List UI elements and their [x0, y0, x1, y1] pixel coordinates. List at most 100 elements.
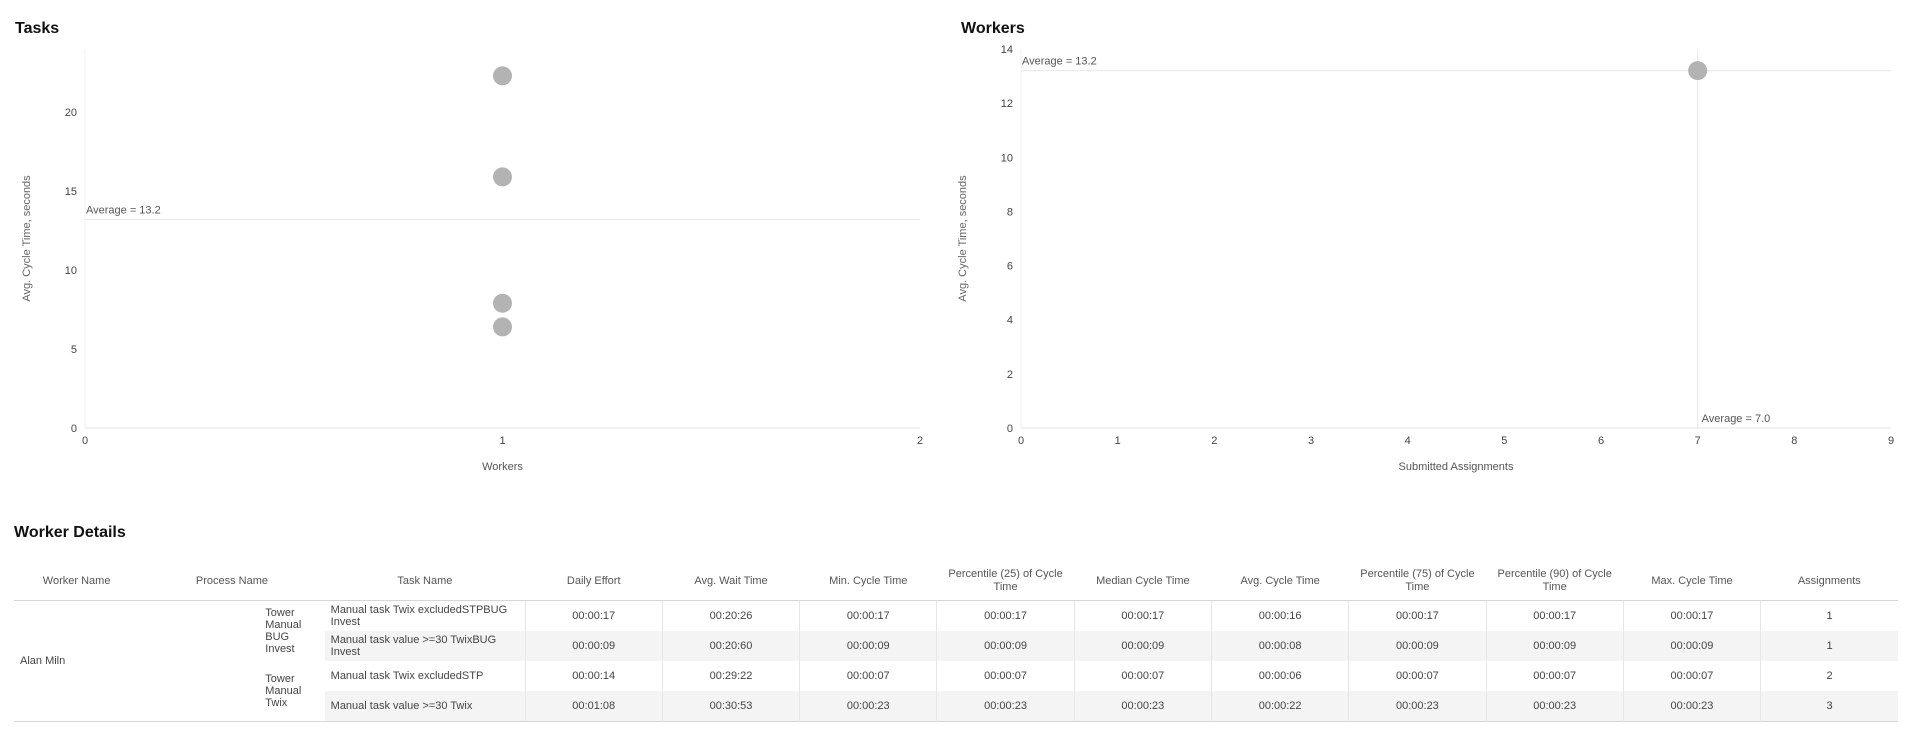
x-tick-label: 4 [1405, 435, 1411, 447]
y-tick-label: 0 [71, 423, 77, 435]
assignments-cell: 1 [1760, 600, 1898, 631]
avg-wait-time-cell: 00:30:53 [661, 691, 800, 722]
x-tick-label: 2 [917, 435, 923, 447]
min-cycle-time-cell: 00:00:17 [799, 600, 937, 631]
avg-wait-time-cell: 00:20:60 [661, 631, 800, 661]
p90-cycle-time-cell: 00:00:23 [1485, 691, 1624, 722]
task-name-cell: Manual task value >=30 TwixBUG Invest [324, 631, 526, 661]
x-tick-label: 7 [1695, 435, 1701, 447]
worker-name-cell: Alan Miln [20, 655, 66, 667]
y-tick-label: 10 [1001, 152, 1013, 164]
p25-cycle-time-cell: 00:00:17 [936, 600, 1075, 631]
min-cycle-time-cell: 00:00:23 [799, 691, 937, 722]
column-header[interactable]: Percentile (25) of Cycle Time [936, 562, 1075, 601]
scatter-point [493, 317, 512, 337]
x-tick-label: 8 [1791, 435, 1797, 447]
median-cycle-time-cell: 00:00:23 [1073, 691, 1212, 722]
x-tick-label: 0 [82, 435, 88, 447]
y-axis-label: Avg. Cycle Time, seconds [21, 175, 33, 302]
workers-scatter-chart: 0 1 2 3 4 5 6 7 8 902468101214Submitted Assignmen… [957, 44, 1894, 473]
task-name-cell: Manual task Twix excludedSTP [330, 670, 484, 682]
scatter-point [493, 167, 512, 187]
y-tick-label: 4 [1007, 315, 1013, 327]
daily-effort-cell: 00:00:14 [524, 661, 663, 691]
task-name-cell: Manual task value >=30 Twix [324, 691, 526, 722]
daily-effort-cell: 00:00:17 [524, 600, 663, 631]
y-tick-label: 12 [1001, 98, 1013, 110]
x-tick-label: 5 [1501, 435, 1507, 447]
charts-canvas: 0 1 205101520WorkersAvg. Cycle Time, secon… [21, 44, 1894, 473]
column-header[interactable]: Worker Name [14, 562, 140, 601]
avg-cycle-time-cell: 00:00:08 [1210, 631, 1349, 661]
column-header[interactable]: Assignments [1760, 562, 1898, 601]
p75-cycle-time-cell: 00:00:17 [1348, 600, 1487, 631]
column-header[interactable]: Daily Effort [525, 562, 663, 601]
avg-cycle-time-cell: 00:00:16 [1210, 600, 1349, 631]
y-tick-label: 8 [1007, 206, 1013, 218]
worker-details-table: Worker Name Process Name Task Name Daily Ef… [14, 562, 1898, 722]
x-axis-label: Workers [482, 461, 523, 473]
max-cycle-time-cell: 00:00:07 [1622, 661, 1761, 691]
x-axis-label: Submitted Assignments [1399, 461, 1514, 473]
worker-details-title: Worker Details [14, 524, 126, 541]
median-cycle-time-cell: 00:00:09 [1073, 631, 1212, 661]
min-cycle-time-cell: 00:00:09 [799, 631, 937, 661]
x-tick-label: 9 [1888, 435, 1894, 447]
y-tick-label: 15 [65, 186, 77, 198]
average-line-label: Average = 13.2 [86, 205, 161, 217]
p90-cycle-time-cell: 00:00:07 [1485, 661, 1624, 691]
p25-cycle-time-cell: 00:00:23 [936, 691, 1075, 722]
column-header[interactable]: Task Name [324, 562, 526, 601]
assignments-cell: 3 [1760, 691, 1898, 722]
process-name-cell: Tower Manual Twix [265, 673, 302, 709]
table-row[interactable]: Alan Miln Tower Manual BUG Invest Manual… [14, 600, 1898, 667]
y-tick-label: 2 [1007, 369, 1013, 381]
table-header-row: Worker Name Process Name Task Name Daily Ef… [14, 562, 1898, 601]
scatter-point [493, 66, 512, 86]
table-row[interactable]: Tower Manual Twix Manual task Twix exclu… [14, 661, 1898, 709]
column-header[interactable]: Max. Cycle Time [1623, 562, 1761, 601]
x-tick-label: 1 [499, 435, 505, 447]
avg-wait-time-cell: 00:20:26 [661, 600, 800, 631]
median-cycle-time-cell: 00:00:07 [1073, 661, 1212, 691]
task-name-cell: Manual task Twix excludedSTPBUG Invest [330, 604, 508, 628]
assignments-cell: 2 [1760, 661, 1898, 691]
column-header[interactable]: Percentile (75) of Cycle Time [1348, 562, 1487, 601]
y-tick-label: 20 [65, 107, 77, 119]
column-header[interactable]: Min. Cycle Time [799, 562, 937, 601]
p90-cycle-time-cell: 00:00:17 [1485, 600, 1624, 631]
y-tick-label: 10 [65, 265, 77, 277]
assignments-cell: 1 [1760, 631, 1898, 661]
column-header[interactable]: Median Cycle Time [1074, 562, 1212, 601]
x-tick-label: 6 [1598, 435, 1604, 447]
x-tick-label: 3 [1308, 435, 1314, 447]
min-cycle-time-cell: 00:00:07 [799, 661, 937, 691]
x-tick-label: 0 [1018, 435, 1024, 447]
scatter-point [493, 293, 512, 313]
p75-cycle-time-cell: 00:00:23 [1348, 691, 1487, 722]
max-cycle-time-cell: 00:00:09 [1622, 631, 1761, 661]
column-header[interactable]: Process Name [139, 562, 325, 601]
y-tick-label: 5 [71, 344, 77, 356]
y-tick-label: 6 [1007, 261, 1013, 273]
scatter-point [1688, 61, 1708, 81]
x-tick-label: 2 [1211, 435, 1217, 447]
p25-cycle-time-cell: 00:00:09 [936, 631, 1075, 661]
column-header[interactable]: Avg. Wait Time [662, 562, 800, 601]
p25-cycle-time-cell: 00:00:07 [936, 661, 1075, 691]
y-tick-label: 0 [1007, 423, 1013, 435]
p75-cycle-time-cell: 00:00:09 [1348, 631, 1487, 661]
average-line-label: Average = 13.2 [1022, 56, 1097, 68]
column-header[interactable]: Avg. Cycle Time [1211, 562, 1349, 601]
avg-cycle-time-cell: 00:00:22 [1210, 691, 1349, 722]
column-header[interactable]: Percentile (90) of Cycle Time [1486, 562, 1624, 601]
max-cycle-time-cell: 00:00:23 [1622, 691, 1761, 722]
median-cycle-time-cell: 00:00:17 [1073, 600, 1212, 631]
x-tick-label: 1 [1115, 435, 1121, 447]
avg-cycle-time-cell: 00:00:06 [1210, 661, 1349, 691]
p90-cycle-time-cell: 00:00:09 [1485, 631, 1624, 661]
daily-effort-cell: 00:00:09 [524, 631, 663, 661]
process-name-cell: Tower Manual BUG Invest [265, 607, 302, 655]
daily-effort-cell: 00:01:08 [524, 691, 663, 722]
y-axis-label: Avg. Cycle Time, seconds [957, 175, 969, 302]
